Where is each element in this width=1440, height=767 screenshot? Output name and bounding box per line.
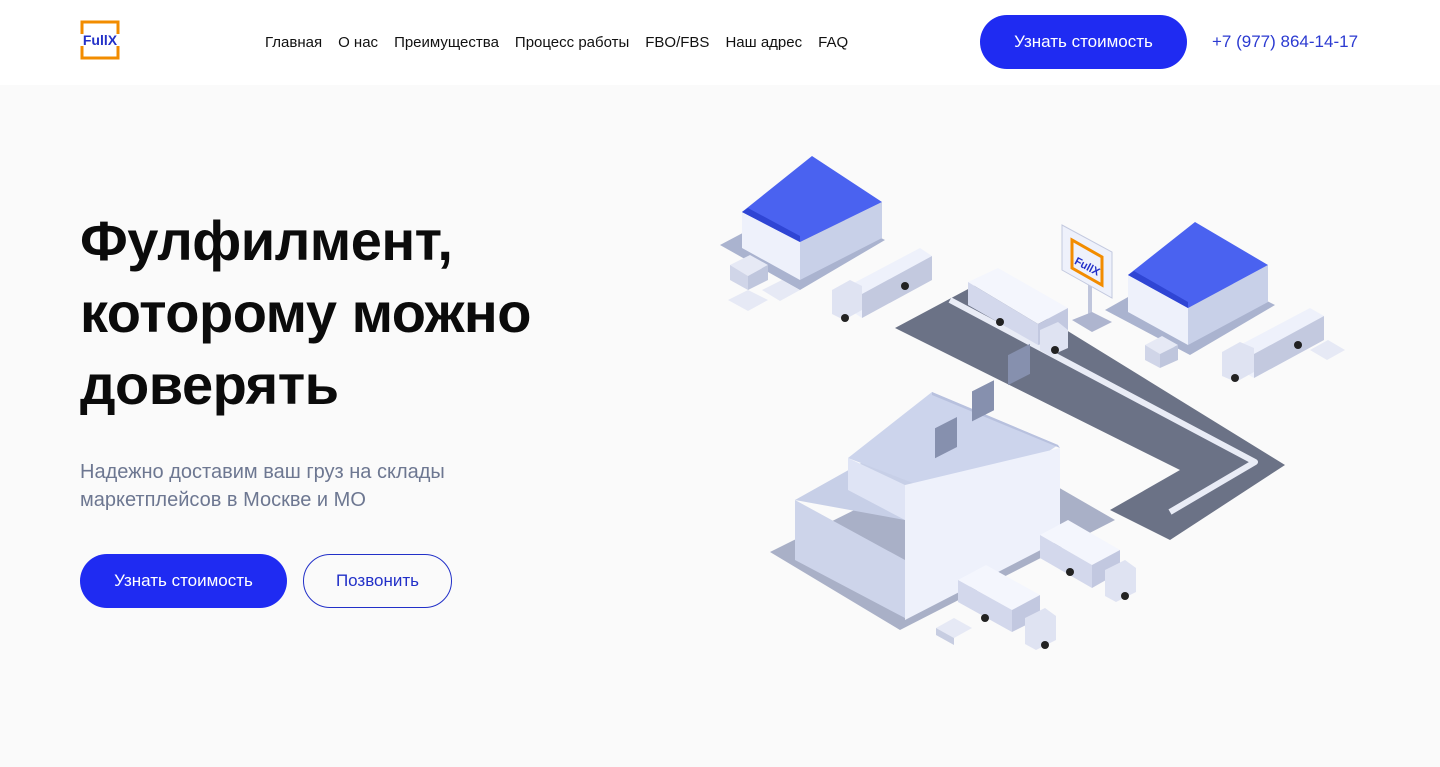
nav-item-process[interactable]: Процесс работы	[515, 33, 629, 53]
pallet-main	[936, 618, 972, 645]
nav-item-home[interactable]: Главная	[265, 33, 322, 53]
fullx-logo[interactable]: FullX	[80, 20, 120, 60]
hero-title-line: доверять	[80, 353, 339, 416]
truck-main-left	[958, 565, 1056, 650]
site-header: FullX Главная О нас Преимущества Процесс…	[0, 0, 1440, 85]
hero-subtitle-line: Надежно доставим ваш груз на склады	[80, 461, 445, 483]
hero-subtitle-line: маркетплейсов в Москве и МО	[80, 489, 366, 511]
hero-title-line: Фулфилмент,	[80, 209, 453, 272]
svg-text:FullX: FullX	[83, 32, 118, 48]
hero-subtitle: Надежно доставим ваш груз на склады марк…	[80, 458, 540, 514]
nav-item-advantages[interactable]: Преимущества	[394, 33, 499, 53]
call-button[interactable]: Позвонить	[303, 554, 452, 608]
truck-main-right	[1040, 520, 1136, 602]
warehouse-top-right	[1105, 222, 1275, 355]
hero-title-line: которому можно	[80, 281, 531, 344]
logistics-illustration: FullX	[720, 156, 1345, 650]
header-get-price-button[interactable]: Узнать стоимость	[980, 15, 1187, 69]
nav-item-about[interactable]: О нас	[338, 33, 378, 53]
fullx-sign: FullX	[1061, 224, 1113, 332]
nav-item-fbo-fbs[interactable]: FBO/FBS	[645, 33, 709, 53]
nav-item-faq[interactable]: FAQ	[818, 33, 848, 53]
hero-title: Фулфилмент, которому можно доверять	[80, 205, 700, 421]
hero-get-price-button[interactable]: Узнать стоимость	[80, 554, 287, 608]
main-nav: Главная О нас Преимущества Процесс работ…	[265, 33, 848, 53]
phone-link[interactable]: +7 (977) 864-14-17	[1212, 31, 1358, 53]
nav-item-address[interactable]: Наш адрес	[725, 33, 802, 53]
